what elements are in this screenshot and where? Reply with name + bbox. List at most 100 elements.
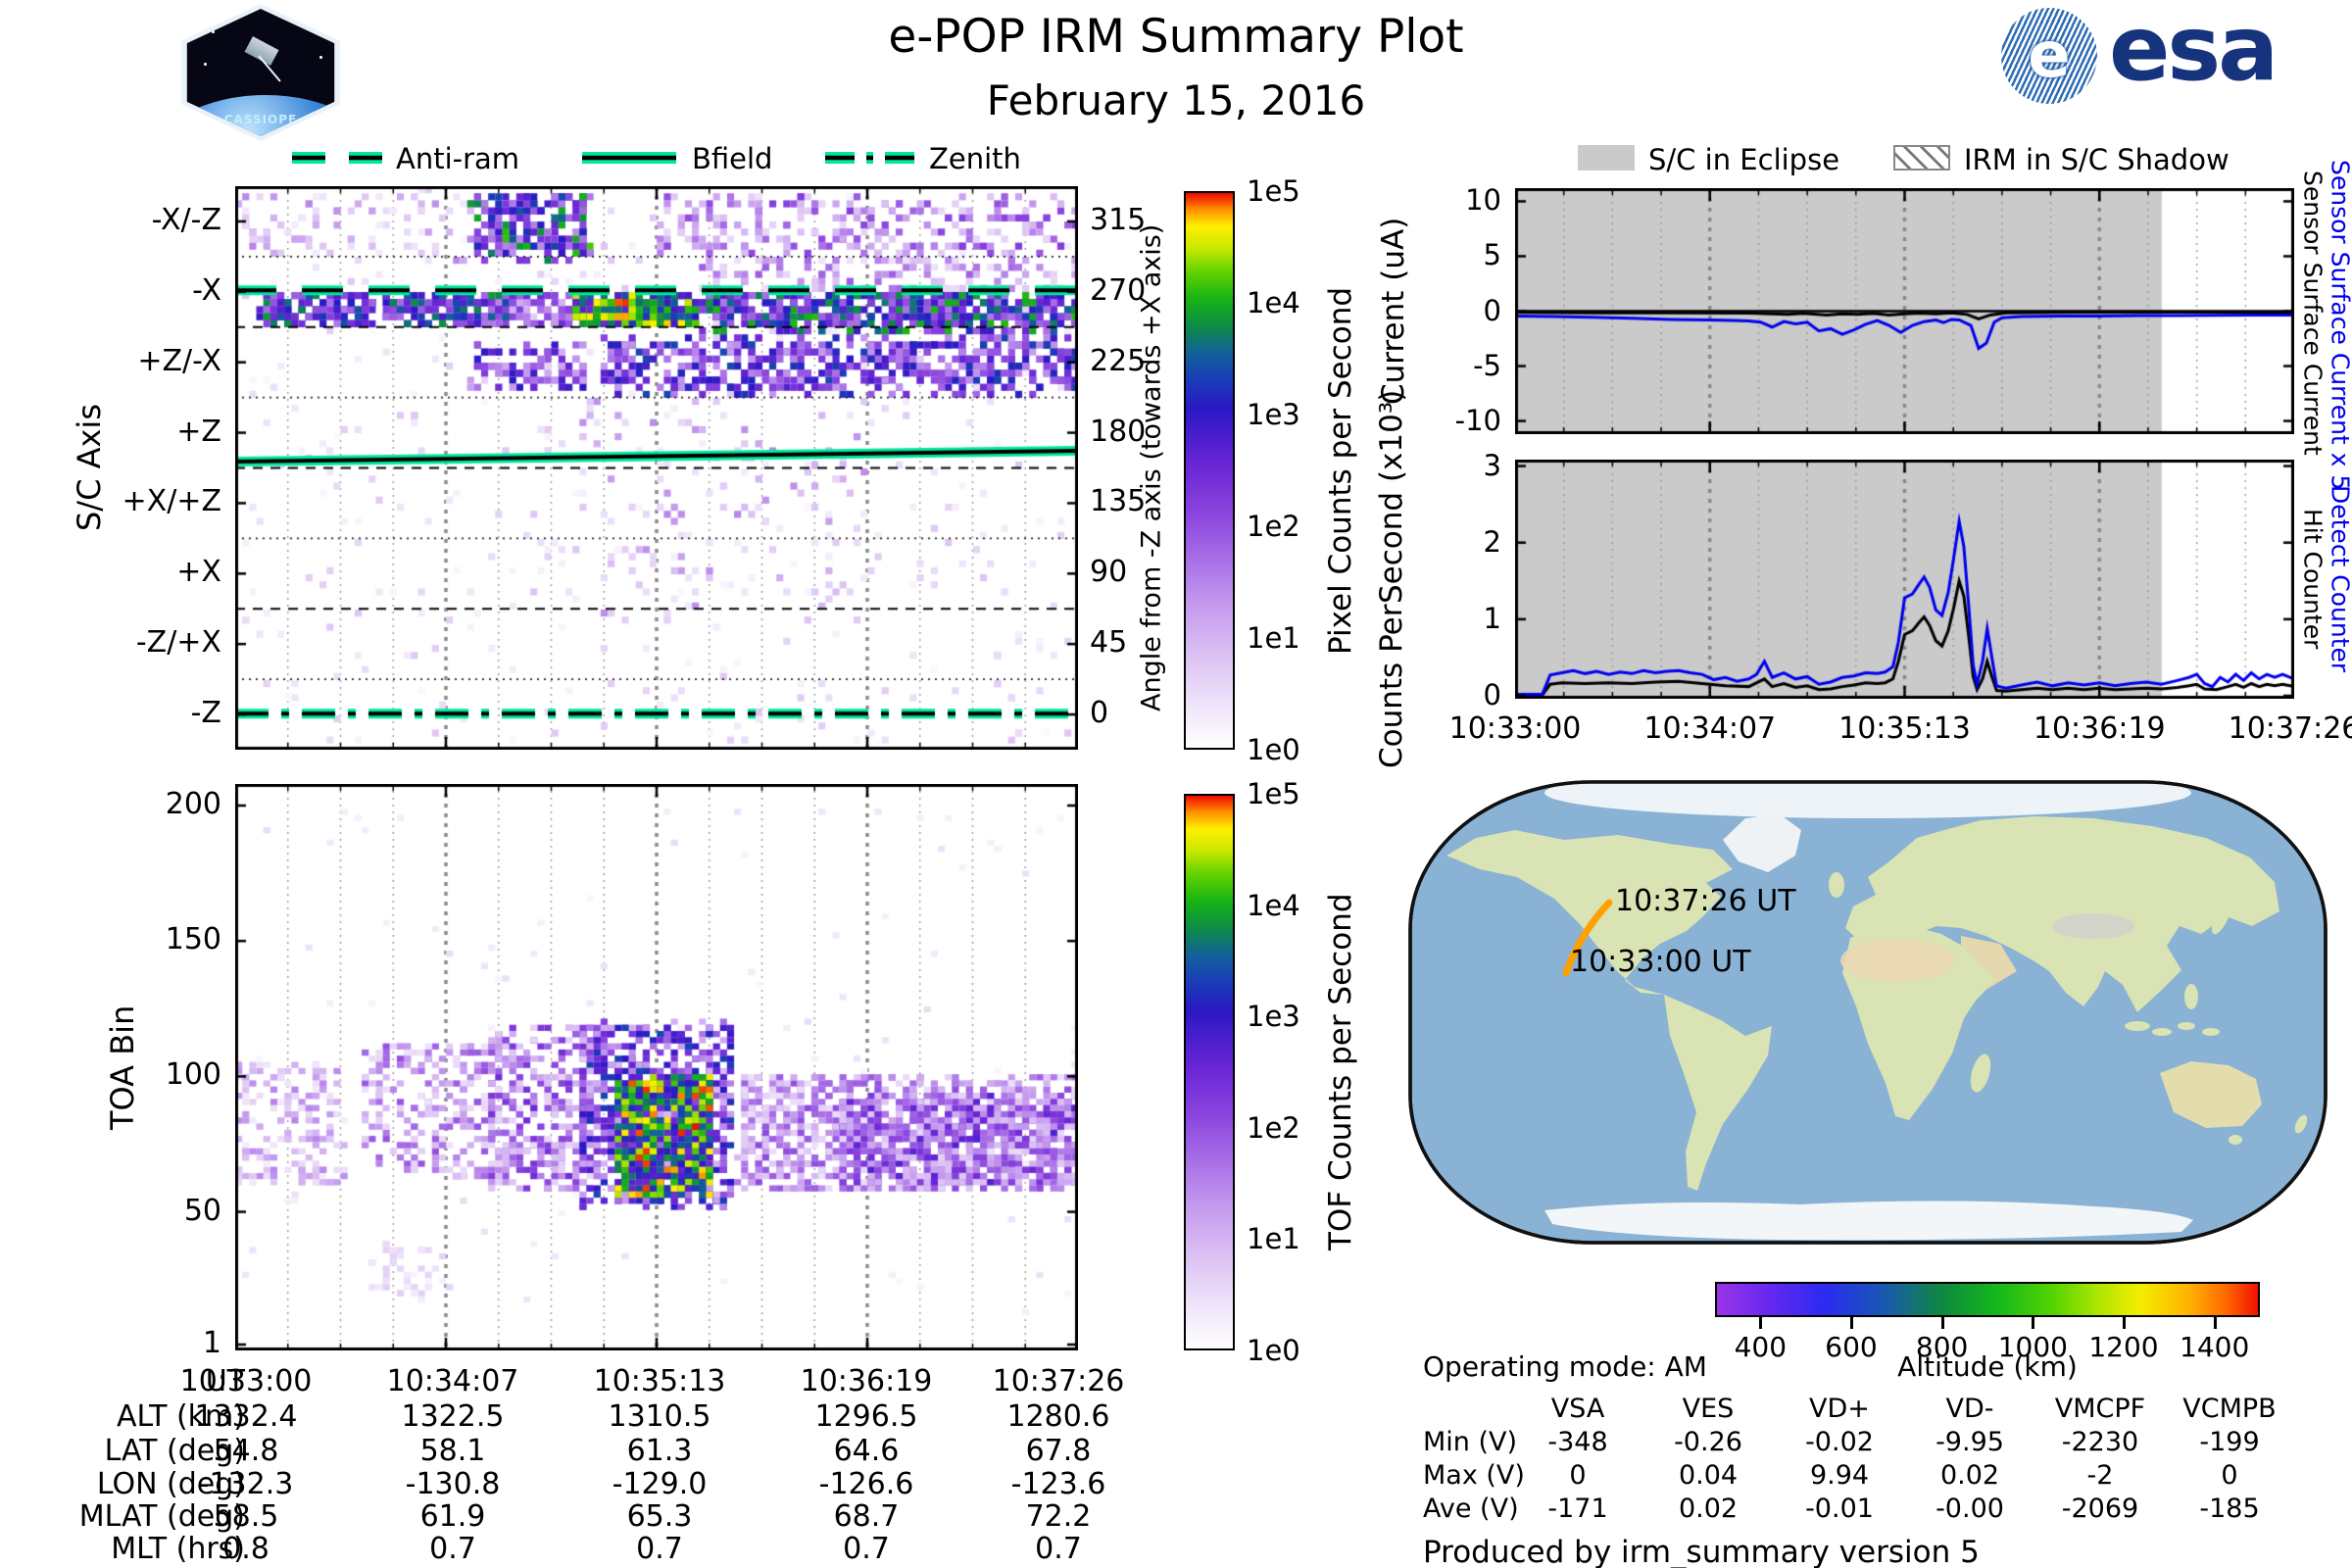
ephemeris-cell: 0.7 (951, 1532, 1166, 1566)
axes-row-label: -X (27, 273, 221, 308)
voltage-cell: -171 (1509, 1494, 1646, 1524)
counts-ylabel-line2: Second (x10³) (1374, 390, 1409, 604)
ephemeris-cell: 0.8 (138, 1532, 354, 1566)
voltage-col-header: VES (1640, 1394, 1777, 1424)
voltage-cell: 0.02 (1640, 1494, 1777, 1524)
toa-tick-label: 50 (27, 1194, 221, 1228)
angle-tick-label: 90 (1090, 555, 1127, 589)
altitude-tick-label: 1000 (1984, 1331, 2082, 1363)
counts-ylabel: Counts Per Second (x10³) (1352, 460, 1431, 699)
counts-ytick: 3 (1407, 449, 1501, 482)
ephemeris-cell: 72.2 (951, 1499, 1166, 1534)
altitude-colorbar (1715, 1282, 2260, 1317)
summary-plot-page: CASSIOPE e-POP IRM Summary Plot February… (0, 0, 2352, 1568)
voltage-cell: 0.02 (1901, 1460, 2038, 1491)
pixel-colorbar-tick: 1e1 (1247, 621, 1300, 655)
esa-logo: e esa (2001, 8, 2344, 106)
voltage-cell: -2230 (2032, 1427, 2169, 1457)
altitude-tick-mark (2123, 1317, 2126, 1329)
shadow-hatch-legend-swatch-icon (1893, 145, 1950, 171)
page-title: e-POP IRM Summary Plot (686, 10, 1666, 64)
altitude-tick-mark (1941, 1317, 1944, 1329)
voltage-cell: -2 (2032, 1460, 2169, 1491)
counts-ytick: 0 (1407, 678, 1501, 711)
ephemeris-cell: 1310.5 (552, 1399, 767, 1434)
current-ytick: -5 (1407, 349, 1501, 382)
anti-ram-legend-label: Anti-ram (396, 142, 519, 175)
current-ytick: 5 (1407, 238, 1501, 271)
voltage-cell: -0.00 (1901, 1494, 2038, 1524)
tof-colorbar (1184, 794, 1235, 1350)
ephemeris-cell: 0.7 (345, 1532, 561, 1566)
angle-tick-label: 225 (1090, 344, 1146, 378)
voltage-row-label: Ave (V) (1423, 1494, 1519, 1524)
voltage-cell: -0.26 (1640, 1427, 1777, 1457)
anti-ram-legend-line-icon (290, 147, 384, 169)
ephemeris-cell: 10:37:26 (951, 1364, 1166, 1398)
bfield-legend-line-icon (580, 147, 678, 169)
tof-colorbar-tick: 1e0 (1247, 1334, 1300, 1367)
angle-tick-label: 45 (1090, 625, 1127, 660)
voltage-col-header: VSA (1509, 1394, 1646, 1424)
right-time-tick: 10:36:19 (2009, 711, 2189, 746)
voltage-col-header: VMCPF (2032, 1394, 2169, 1424)
operating-mode-label: Operating mode: AM (1423, 1350, 1707, 1383)
ephemeris-cell: 10:36:19 (759, 1364, 974, 1398)
pixel-colorbar-tick: 1e0 (1247, 733, 1300, 766)
voltage-cell: 0.04 (1640, 1460, 1777, 1491)
voltage-cell: -9.95 (1901, 1427, 2038, 1457)
axes-row-label: -Z/+X (27, 625, 221, 660)
angle-tick-label: 180 (1090, 415, 1146, 449)
altitude-tick-mark (2214, 1317, 2217, 1329)
ephemeris-cell: 10:33:00 (138, 1364, 354, 1398)
voltage-cell: -348 (1509, 1427, 1646, 1457)
voltage-cell: -0.01 (1771, 1494, 1908, 1524)
altitude-tick-mark (1759, 1317, 1762, 1329)
tof-colorbar-tick: 1e5 (1247, 777, 1300, 810)
pixel-direction-spectrogram (235, 186, 1078, 750)
ephemeris-cell: 54.8 (138, 1434, 354, 1468)
star-dot (300, 24, 303, 26)
ephemeris-cell: -132.3 (138, 1467, 354, 1501)
track-end-time-label: 10:37:26 UT (1615, 884, 1796, 918)
star-dot (212, 30, 215, 33)
ephemeris-cell: 1296.5 (759, 1399, 974, 1434)
current-ytick: 0 (1407, 294, 1501, 327)
esa-e-glyph: e (2028, 20, 2070, 92)
current-right-label-black: Sensor Surface Current (2299, 188, 2327, 438)
axes-row-label: +X (27, 555, 221, 589)
ephemeris-cell: 1322.5 (345, 1399, 561, 1434)
voltage-row-label: Min (V) (1423, 1427, 1517, 1457)
altitude-tick-label: 600 (1802, 1331, 1900, 1363)
voltage-cell: -185 (2161, 1494, 2298, 1524)
current-ytick: 10 (1407, 183, 1501, 217)
track-start-time-label: 10:33:00 UT (1570, 945, 1751, 979)
voltage-col-header: VD+ (1771, 1394, 1908, 1424)
ephemeris-cell: 61.9 (345, 1499, 561, 1534)
counts-ytick: 1 (1407, 602, 1501, 635)
altitude-tick-label: 1400 (2166, 1331, 2264, 1363)
angle-axis-label: Angle from -Z axis (towards +X axis) (1135, 186, 1168, 750)
right-time-tick: 10:35:13 (1815, 711, 1995, 746)
ephemeris-cell: 67.8 (951, 1434, 1166, 1468)
angle-tick-label: 315 (1090, 203, 1146, 237)
page-subtitle: February 15, 2016 (686, 76, 1666, 124)
eclipse-legend-swatch-icon (1578, 145, 1635, 171)
counts-ylabel-line1: Counts Per (1374, 604, 1409, 767)
tof-colorbar-tick: 1e3 (1247, 1000, 1300, 1033)
world-map (1407, 779, 2328, 1246)
counts-ytick: 2 (1407, 525, 1501, 559)
axes-panel-ylabel: S/C Axis (69, 186, 110, 750)
axes-row-label: -Z (27, 696, 221, 730)
produced-by-label: Produced by irm_summary version 5 (1423, 1535, 1980, 1568)
current-ytick: -10 (1407, 404, 1501, 437)
ephemeris-cell: 61.3 (552, 1434, 767, 1468)
cassiope-label: CASSIOPE (182, 113, 339, 126)
ephemeris-cell: 68.7 (759, 1499, 974, 1534)
ephemeris-cell: -126.6 (759, 1467, 974, 1501)
right-time-tick: 10:33:00 (1425, 711, 1605, 746)
axes-row-label: +Z (27, 415, 221, 449)
cassiope-patch-logo: CASSIOPE (176, 4, 345, 141)
tof-spectrogram (235, 784, 1078, 1350)
voltage-cell: 0 (1509, 1460, 1646, 1491)
